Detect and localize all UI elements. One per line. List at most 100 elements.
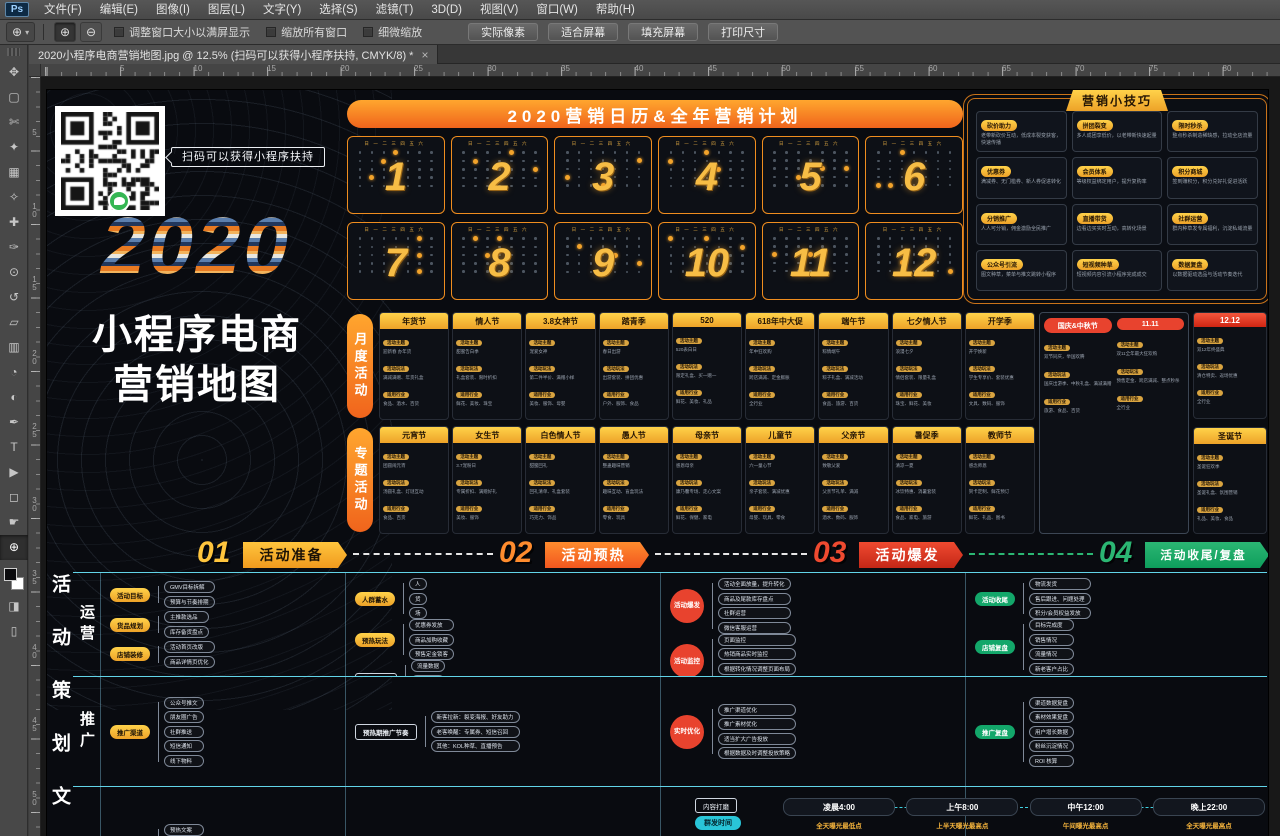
section-text: 粽情端午 [822,349,884,355]
menu-item[interactable]: 编辑(E) [91,0,147,20]
panel-grip[interactable] [7,48,20,56]
zoom-out-button[interactable]: ⊖ [80,22,102,42]
calendar-month-card: 日一二三四五六12 [865,222,963,300]
quick-selection-tool[interactable]: ✦ [0,135,28,160]
healing-brush-tool[interactable]: ✚ [0,210,28,235]
crop-tool[interactable]: ▦ [0,160,28,185]
clone-stamp-tool[interactable]: ⊙ [0,260,28,285]
marquee-tool[interactable]: ▢ [0,85,28,110]
screen-mode-button[interactable]: ▯ [0,619,28,644]
month-number: 3 [592,155,614,200]
ruler-mark: 45 [708,64,717,73]
section-text: 满减满赠、年货礼盒 [383,375,445,381]
day-dot [533,167,538,172]
photoshop-window: Ps 文件(F)编辑(E)图像(I)图层(L)文字(Y)选择(S)滤镜(T)3D… [0,0,1280,836]
zoom-tool-chip[interactable]: ⊕ ▾ [6,22,35,42]
ruler-mark: 35 [30,569,39,585]
day-dot [474,177,477,180]
options-button[interactable]: 打印尺寸 [708,23,778,41]
day-dot [473,159,478,164]
map-leaf-node: 新老客户占比 [1029,663,1074,675]
card-section: 活动主题春日出游 [603,331,665,355]
brush-tool[interactable]: ✑ [0,235,28,260]
ruler-mark: 70 [1076,64,1085,73]
menu-item[interactable]: 窗口(W) [527,0,587,20]
day-dot [949,237,952,240]
card-section: 活动主题甜蜜告白季 [456,331,518,355]
zoom-in-button[interactable]: ⊕ [54,22,76,42]
color-swatches[interactable] [2,566,26,592]
day-dot [566,184,569,187]
tool-icons: ✥▢✄✦▦✧✚✑⊙↺▱▥◔◐✒T▶◻☛⊕ [0,60,27,560]
checkbox-box[interactable] [114,27,124,37]
day-dot [670,246,673,249]
eyedropper-tool[interactable]: ✧ [0,185,28,210]
menu-item[interactable]: 3D(D) [422,0,471,20]
card-section: 适用行业旅游、食品、百货 [1044,390,1112,414]
options-button[interactable]: 填充屏幕 [628,23,698,41]
map-cluster: 活动监控页面监控热销商品实时监控根据转化情况调整页面布局补货或者库存调整 [670,634,956,677]
menu-item[interactable]: 图像(I) [147,0,199,20]
menu-item[interactable]: 文件(F) [35,0,91,20]
section-text: 清仓特卖、返场优惠 [1197,373,1263,379]
history-brush-tool[interactable]: ↺ [0,285,28,310]
quick-mask-button[interactable]: ◨ [0,594,28,619]
mindmap-cell: 活动目标GMV目标拆解预算与节奏排期货品规划主推款选品库存备货盘点店铺装修活动首… [100,573,345,676]
map-branches: 优惠券发放商品加购收藏预售定金锁客 [401,619,454,660]
type-tool[interactable]: T [0,435,28,460]
calendar-weekdays: 日一二三四五六 [665,141,749,147]
options-button[interactable]: 实际像素 [468,23,538,41]
options-checkbox[interactable]: 细微缩放 [363,24,422,40]
menu-item[interactable]: 图层(L) [199,0,254,20]
monthly-activity-cards: 年货节活动主题迎新春 办年货活动玩法满减满赠、年货礼盒适用行业食品、酒水、百货情… [379,312,1035,420]
map-branches: 流量数据加购数据领券数据 [403,660,445,676]
move-tool[interactable]: ✥ [0,60,28,85]
dodge-tool[interactable]: ◐ [0,385,28,410]
tab-close-icon[interactable]: × [421,48,428,62]
map-root-node: 活动爆发 [670,589,704,623]
lasso-tool[interactable]: ✄ [0,110,28,135]
options-checkbox[interactable]: 缩放所有窗口 [266,24,347,40]
shape-tool[interactable]: ◻ [0,485,28,510]
options-button[interactable]: 适合屏幕 [548,23,618,41]
day-dot [383,237,386,240]
blur-tool[interactable]: ◔ [0,360,28,385]
section-text: 整蛊趣味营销 [603,463,665,469]
menu-item[interactable]: 文字(Y) [254,0,310,20]
day-dot [371,270,374,273]
menu-item[interactable]: 滤镜(T) [367,0,423,20]
ruler-mark: 40 [635,64,644,73]
timeline-item: 中午12:00午间曝光最高点 [1030,798,1142,830]
pen-tool[interactable]: ✒ [0,410,28,435]
options-checkbox[interactable]: 调整窗口大小以满屏显示 [114,24,250,40]
gradient-tool[interactable]: ▥ [0,335,28,360]
document-tab[interactable]: 2020小程序电商营销地图.jpg @ 12.5% (扫码可以获得小程序扶持, … [29,45,438,64]
menu-item[interactable]: 帮助(H) [587,0,644,20]
zoom-tool[interactable]: ⊕ [0,535,28,560]
menu-item[interactable]: 选择(S) [310,0,366,20]
day-dot [785,262,788,265]
eraser-tool[interactable]: ▱ [0,310,28,335]
calendar-month-card: 日一二三四五六9 [554,222,652,300]
tip-card: 优惠券满减券、无门槛券、新人券促进转化 [976,157,1067,198]
day-dot [626,184,629,187]
canvas-viewport[interactable]: 扫码可以获得小程序扶持 2020 小程序电商 营销地图 2020营销日历&全年营… [41,77,1280,836]
day-dot [474,246,477,249]
topic-activities-label: 专题活动 [347,428,373,532]
path-selection-tool[interactable]: ▶ [0,460,28,485]
day-dot [694,237,697,240]
activity-card-title: 踏青季 [600,313,668,329]
tip-text: 以数据驱动选品与活动节奏迭代 [1172,272,1253,279]
day-dot [371,151,374,154]
hand-tool[interactable]: ☛ [0,510,28,535]
tip-card: 砍价助力老带新砍价互动，低成本裂变获客，快速传播 [976,111,1067,152]
phase-flag: 活动准备 [243,542,347,568]
map-leaf-node: GMV目标拆解 [164,581,215,593]
checkbox-box[interactable] [363,27,373,37]
map-root-node: 店铺复盘 [975,640,1015,654]
foreground-color-swatch[interactable] [4,568,17,581]
section-tag: 活动主题 [1197,338,1223,344]
checkbox-box[interactable] [266,27,276,37]
section-tag: 活动玩法 [1197,364,1223,370]
menu-item[interactable]: 视图(V) [471,0,527,20]
